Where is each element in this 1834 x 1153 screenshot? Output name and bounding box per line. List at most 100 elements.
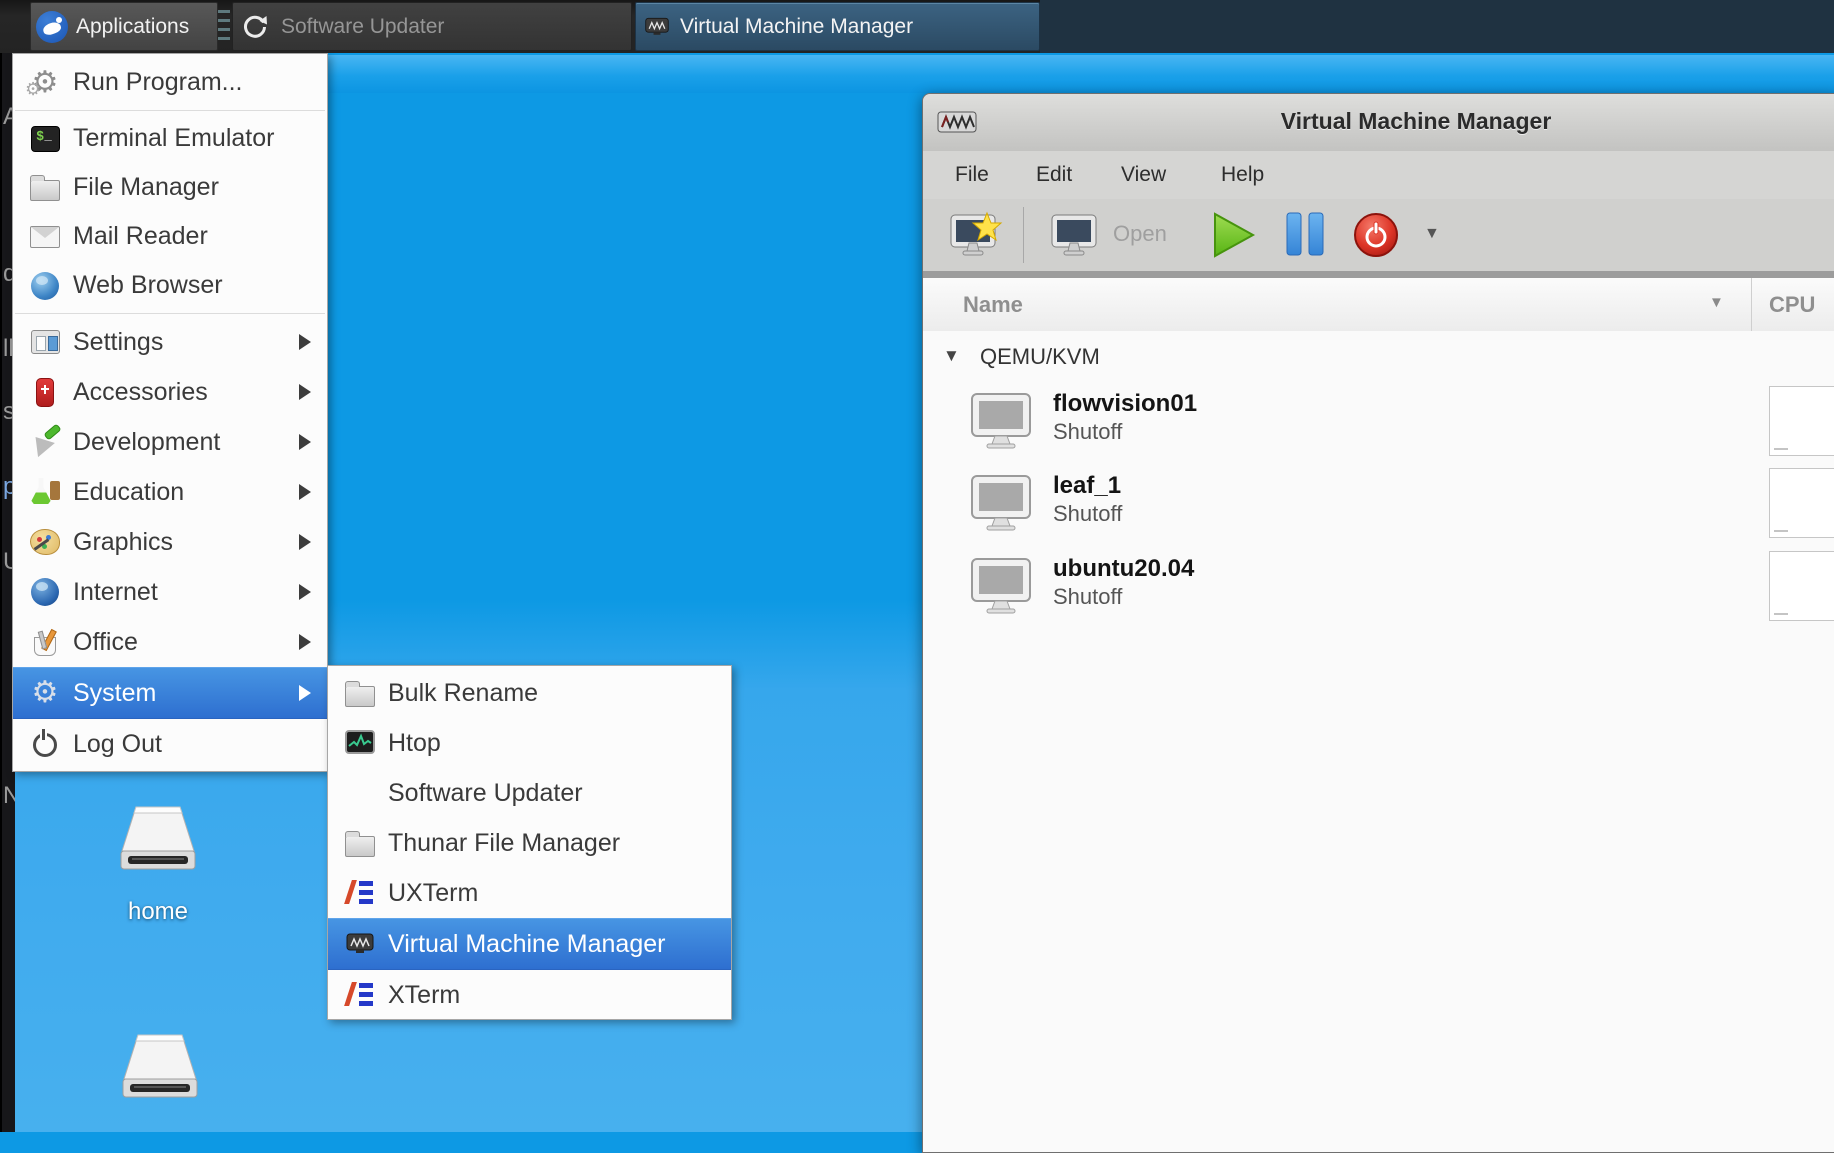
menu-file[interactable]: File <box>949 161 995 189</box>
menu-item-label: Log Out <box>73 729 162 758</box>
menu-help[interactable]: Help <box>1215 161 1270 189</box>
submenu-item-uxterm[interactable]: UXTerm <box>328 868 731 918</box>
menu-item-accessories[interactable]: Accessories <box>13 367 327 417</box>
submenu-item-thunar-file-manager[interactable]: Thunar File Manager <box>328 818 731 868</box>
xterm-icon <box>344 979 376 1011</box>
menu-item-graphics[interactable]: Graphics <box>13 517 327 567</box>
new-vm-button[interactable] <box>949 211 1003 261</box>
xterm-icon <box>344 877 376 909</box>
htop-icon <box>344 727 376 759</box>
menu-item-label: Run Program... <box>73 68 243 96</box>
menu-item-web-browser[interactable]: Web Browser <box>13 261 327 310</box>
submenu-item-label: Software Updater <box>388 778 583 807</box>
menu-item-file-manager[interactable]: File Manager <box>13 163 327 212</box>
toolbar-bottom-strip <box>923 271 1834 278</box>
menu-item-system[interactable]: ⚙ System <box>13 667 327 719</box>
submenu-arrow-icon <box>299 484 311 500</box>
submenu-arrow-icon <box>299 534 311 550</box>
submenu-item-label: UXTerm <box>388 878 479 907</box>
expander-icon[interactable]: ▼ <box>943 346 960 366</box>
applications-label: Applications <box>76 14 190 38</box>
submenu-item-software-updater[interactable]: Software Updater <box>328 768 731 818</box>
submenu-item-xterm[interactable]: XTerm <box>328 970 731 1020</box>
vm-row-flowvision01[interactable]: flowvision01 Shutoff <box>923 386 1834 461</box>
vmm-icon <box>344 928 376 960</box>
panel-handle[interactable] <box>218 10 230 44</box>
shutdown-vm-button[interactable] <box>1352 211 1400 259</box>
list-header-row: Name ▼ CPU <box>923 278 1834 332</box>
vm-status: Shutoff <box>1053 501 1123 526</box>
tree-row-qemu-kvm[interactable]: ▼ QEMU/KVM <box>923 341 1834 377</box>
menu-view[interactable]: View <box>1115 161 1172 189</box>
top-panel: Applications Software Updater Virtual Ma… <box>0 0 1834 53</box>
xubuntu-mouse-icon <box>36 10 68 43</box>
menu-item-log-out[interactable]: Log Out <box>13 719 327 769</box>
power-icon <box>29 728 61 760</box>
taskbar-item-virtual-machine-manager[interactable]: Virtual Machine Manager <box>635 2 1040 51</box>
submenu-arrow-icon <box>299 334 311 350</box>
menu-item-development[interactable]: Development <box>13 417 327 467</box>
virtual-machine-manager-window: Virtual Machine Manager File Edit View H… <box>922 93 1834 1153</box>
column-header-cpu[interactable]: CPU <box>1769 278 1815 331</box>
vmm-app-icon <box>937 111 977 133</box>
vm-monitor-icon <box>971 475 1031 531</box>
clipped-text-fragment: N <box>3 782 15 810</box>
menu-item-run-program[interactable]: ⚙ Run Program... <box>13 58 327 107</box>
menu-item-label: Internet <box>73 577 158 606</box>
menu-item-label: Education <box>73 477 185 506</box>
submenu-item-label: Virtual Machine Manager <box>388 929 666 958</box>
menu-edit[interactable]: Edit <box>1030 161 1078 189</box>
submenu-item-virtual-machine-manager[interactable]: Virtual Machine Manager <box>328 918 731 970</box>
open-vm-icon[interactable] <box>1050 211 1100 261</box>
menu-item-internet[interactable]: Internet <box>13 567 327 617</box>
refresh-icon <box>244 15 267 38</box>
menu-separator <box>15 313 325 314</box>
shutdown-menu-caret-icon[interactable]: ▼ <box>1424 225 1440 243</box>
submenu-item-htop[interactable]: Htop <box>328 718 731 768</box>
menu-item-education[interactable]: Education <box>13 467 327 517</box>
task-label: Software Updater <box>281 14 445 38</box>
run-vm-button[interactable] <box>1211 211 1257 259</box>
submenu-arrow-icon <box>299 634 311 650</box>
submenu-item-bulk-rename[interactable]: Bulk Rename <box>328 668 731 718</box>
window-titlebar[interactable]: Virtual Machine Manager <box>923 94 1834 152</box>
open-button[interactable]: Open <box>1113 221 1167 247</box>
globe-icon <box>31 578 59 606</box>
menu-item-settings[interactable]: Settings <box>13 317 327 367</box>
menu-item-label: Settings <box>73 327 164 356</box>
window-title: Virtual Machine Manager <box>1280 108 1552 134</box>
folder-icon <box>30 175 60 201</box>
menu-item-label: Mail Reader <box>73 222 208 250</box>
column-header-name[interactable]: Name <box>963 278 1023 331</box>
cpu-baseline <box>1774 448 1788 450</box>
vm-row-leaf-1[interactable]: leaf_1 Shutoff <box>923 468 1834 543</box>
sort-indicator-icon: ▼ <box>1709 294 1724 311</box>
vm-name: ubuntu20.04 <box>1053 555 1195 582</box>
vm-name: flowvision01 <box>1053 390 1198 417</box>
submenu-item-label: Htop <box>388 728 441 757</box>
home-drive-label[interactable]: home <box>108 898 208 926</box>
gear-icon: ⚙ <box>31 676 59 709</box>
vm-row-ubuntu20-04[interactable]: ubuntu20.04 Shutoff <box>923 551 1834 626</box>
vm-monitor-icon <box>971 393 1031 449</box>
taskbar-item-software-updater[interactable]: Software Updater <box>232 2 632 51</box>
menu-item-office[interactable]: Office <box>13 617 327 667</box>
vm-status: Shutoff <box>1053 584 1123 609</box>
menu-item-terminal-emulator[interactable]: Terminal Emulator <box>13 114 327 163</box>
column-divider[interactable] <box>1751 278 1752 331</box>
menu-item-label: File Manager <box>73 173 219 201</box>
menu-item-mail-reader[interactable]: Mail Reader <box>13 212 327 261</box>
swiss-knife-icon <box>36 377 54 407</box>
menu-item-label: Development <box>73 427 221 456</box>
home-drive-icon[interactable] <box>108 803 208 881</box>
vm-name: leaf_1 <box>1053 472 1122 499</box>
trowel-icon <box>29 426 61 458</box>
vm-monitor-icon <box>971 558 1031 614</box>
mail-icon <box>30 225 60 248</box>
globe-icon <box>31 271 59 300</box>
pause-vm-button[interactable] <box>1283 211 1327 257</box>
submenu-item-label: XTerm <box>388 980 461 1009</box>
drive-icon[interactable] <box>110 1031 210 1109</box>
applications-menu-button[interactable]: Applications <box>30 2 218 51</box>
cpu-usage-sparkline <box>1769 386 1834 456</box>
